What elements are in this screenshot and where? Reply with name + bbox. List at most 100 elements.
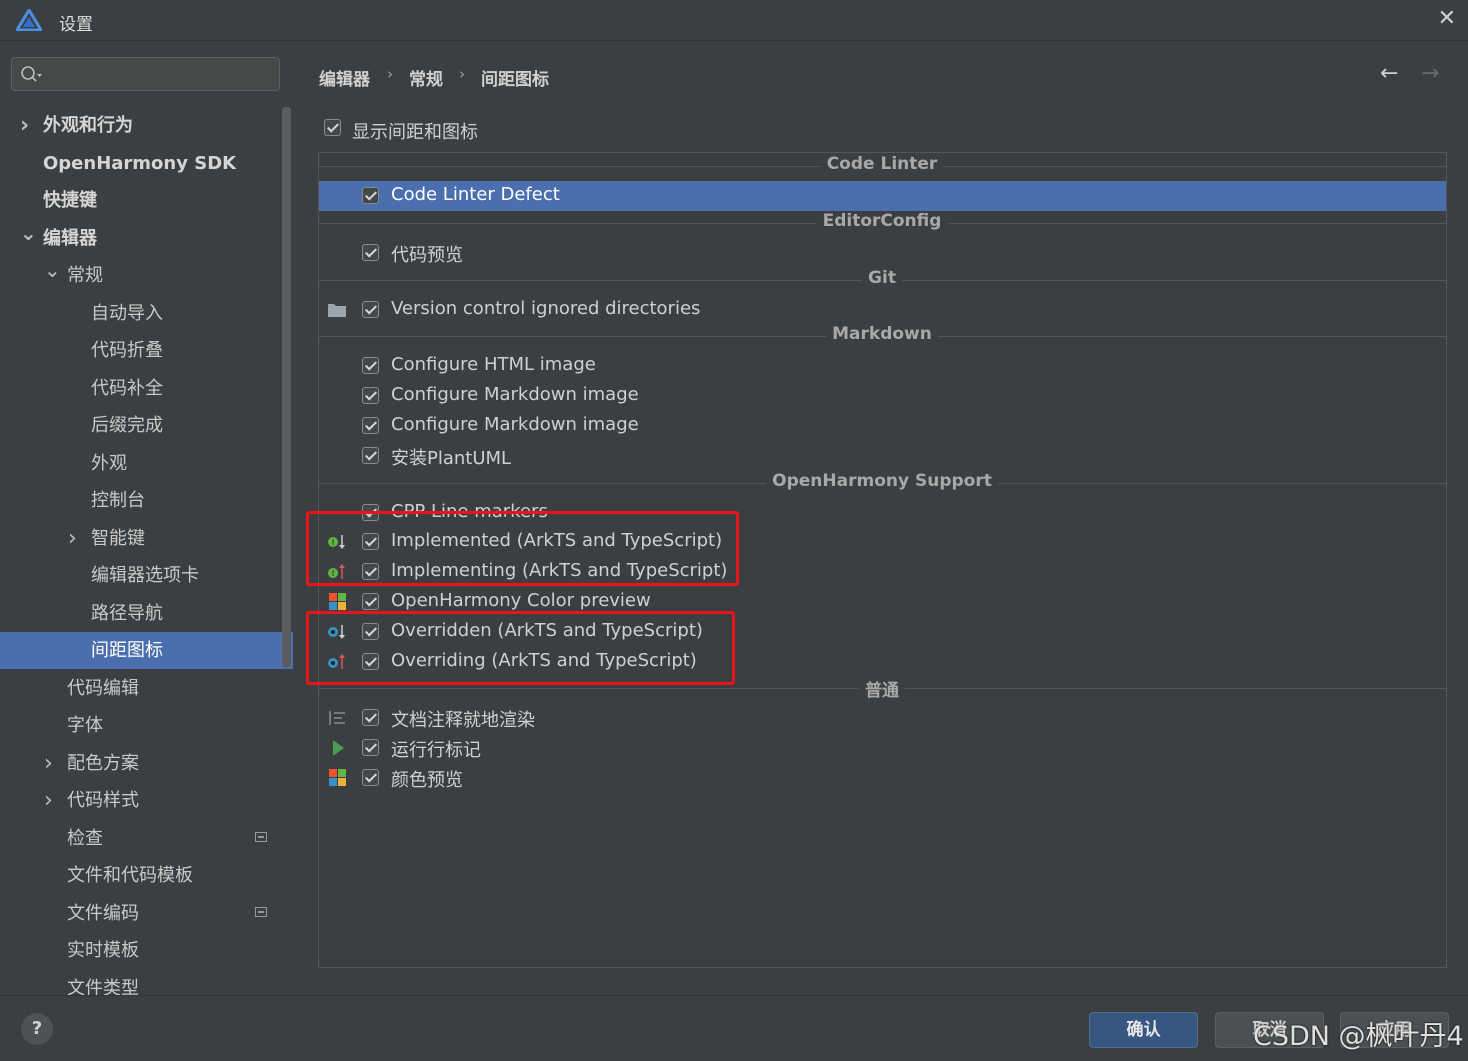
sidebar-item[interactable]: 代码补全 <box>0 370 293 407</box>
chevron-down-icon[interactable]: ⌄ <box>20 215 37 252</box>
sidebar-item[interactable]: 文件和代码模板 <box>0 857 293 894</box>
sidebar-scrollbar[interactable] <box>282 107 291 667</box>
gutter-option-label: OpenHarmony Color preview <box>391 590 651 611</box>
search-input[interactable] <box>46 62 276 88</box>
gutter-option-row[interactable]: Configure Markdown image <box>319 381 1446 411</box>
sidebar-item[interactable]: 快捷键 <box>0 182 293 219</box>
gutter-option-checkbox[interactable] <box>362 739 379 757</box>
sidebar-item-label: 代码编辑 <box>67 677 139 699</box>
sidebar-item[interactable]: 间距图标 <box>0 632 293 669</box>
section-title: Markdown <box>826 324 938 345</box>
ok-button[interactable]: 确认 <box>1089 1012 1198 1048</box>
gutter-option-checkbox[interactable] <box>362 243 379 261</box>
sidebar-item[interactable]: › 配色方案 <box>0 745 293 782</box>
sidebar-item-label: 配色方案 <box>67 752 139 774</box>
sidebar-item-label: 后缀完成 <box>91 415 163 436</box>
dialog-footer: ? 确认 取消 应用 CSDN @枫叶丹4 <box>0 995 1468 1061</box>
gutter-option-checkbox[interactable] <box>362 387 379 405</box>
chevron-right-icon[interactable]: › <box>44 745 53 782</box>
project-scope-icon <box>255 906 267 917</box>
gutter-option-label: Version control ignored directories <box>391 297 701 319</box>
show-gutter-checkbox[interactable] <box>324 119 341 136</box>
gutter-option-checkbox[interactable] <box>362 300 379 318</box>
sidebar-item[interactable]: 实时模板 <box>0 932 293 969</box>
gutter-option-row[interactable]: Code Linter Defect <box>319 181 1446 211</box>
sidebar-item[interactable]: › 外观和行为 <box>0 107 293 144</box>
settings-content: 编辑器 › 常规 › 间距图标 ← → 显示间距和图标 Code Linter C… <box>293 41 1468 995</box>
sidebar-item[interactable]: 外观 <box>0 445 293 482</box>
gutter-option-checkbox[interactable] <box>362 357 379 375</box>
sidebar-item[interactable]: ⌄ 编辑器 <box>0 220 293 257</box>
section-title: Code Linter <box>820 154 944 174</box>
folder-icon <box>327 301 347 319</box>
gutter-option-row[interactable]: 颜色预览 <box>319 763 1446 793</box>
gutter-option-label: 代码预览 <box>391 244 463 266</box>
gutter-option-row[interactable]: 文档注释就地渲染 <box>319 703 1446 733</box>
sidebar-item-label: 外观 <box>91 452 127 474</box>
sidebar-item[interactable]: › 代码样式 <box>0 782 293 819</box>
breadcrumb-item[interactable]: 常规 <box>409 65 443 90</box>
sidebar-item[interactable]: 代码折叠 <box>0 332 293 369</box>
sidebar-item-label: 文件和代码模板 <box>67 865 193 886</box>
section-header: Code Linter <box>319 154 1446 178</box>
highlight-box-overridden <box>306 611 735 685</box>
sidebar-item[interactable]: 编辑器选项卡 <box>0 557 293 594</box>
chevron-right-icon[interactable]: › <box>44 782 53 819</box>
gutter-option-row[interactable]: Version control ignored directories <box>319 295 1446 325</box>
sidebar-item[interactable]: 路径导航 <box>0 595 293 632</box>
sidebar-item[interactable]: 检查 <box>0 820 293 857</box>
gutter-option-checkbox[interactable] <box>362 446 379 464</box>
sidebar-item[interactable]: 代码编辑 <box>0 670 293 707</box>
app-logo-icon <box>16 9 42 31</box>
gutter-option-row[interactable]: 运行行标记 <box>319 733 1446 763</box>
gutter-option-label: 运行行标记 <box>391 740 481 762</box>
gutter-option-label: 安装PlantUML <box>391 447 512 469</box>
sidebar-item[interactable]: 后缀完成 <box>0 407 293 444</box>
back-arrow-icon[interactable]: ← <box>1380 61 1398 86</box>
chevron-down-icon[interactable]: ⌄ <box>44 252 61 289</box>
gutter-option-row[interactable]: 安装PlantUML <box>319 441 1446 471</box>
section-title: EditorConfig <box>816 210 948 231</box>
color-grid-icon <box>327 593 347 611</box>
sidebar-item-label: 文件编码 <box>67 902 139 924</box>
gutter-option-checkbox[interactable] <box>362 187 379 204</box>
project-scope-icon <box>255 831 267 842</box>
gutter-option-checkbox[interactable] <box>362 709 379 727</box>
sidebar-item-label: 智能键 <box>91 527 145 549</box>
gutter-option-label: Code Linter Defect <box>391 184 560 205</box>
section-header: Git <box>319 267 1446 292</box>
doc-lines-icon <box>327 709 347 727</box>
gutter-option-label: Configure Markdown image <box>391 414 639 435</box>
sidebar-item[interactable]: 自动导入 <box>0 295 293 332</box>
breadcrumb-separator: › <box>459 65 465 83</box>
breadcrumb-separator: › <box>387 65 393 83</box>
gutter-option-row[interactable]: Configure Markdown image <box>319 411 1446 441</box>
help-button[interactable]: ? <box>21 1013 53 1045</box>
sidebar-item[interactable]: 字体 <box>0 707 293 744</box>
search-box[interactable] <box>11 57 280 91</box>
forward-arrow-icon[interactable]: → <box>1421 61 1439 86</box>
highlight-box-implemented <box>306 511 739 586</box>
sidebar-item[interactable]: ⌄ 常规 <box>0 257 293 294</box>
window-title: 设置 <box>59 15 93 35</box>
gutter-option-checkbox[interactable] <box>362 769 379 786</box>
section-title: OpenHarmony Support <box>766 470 998 491</box>
gutter-option-row[interactable]: 代码预览 <box>319 238 1446 268</box>
gutter-option-checkbox[interactable] <box>362 417 379 434</box>
sidebar-item[interactable]: › 智能键 <box>0 520 293 557</box>
sidebar-item-label: 代码折叠 <box>91 340 163 361</box>
chevron-right-icon[interactable]: › <box>20 107 29 144</box>
sidebar-item-label: 代码补全 <box>91 377 163 399</box>
search-icon <box>21 66 42 82</box>
sidebar-item[interactable]: OpenHarmony SDK <box>0 145 293 182</box>
gutter-option-checkbox[interactable] <box>362 593 379 610</box>
sidebar-item[interactable]: 文件编码 <box>0 895 293 932</box>
show-gutter-label: 显示间距和图标 <box>352 122 478 143</box>
breadcrumb-item[interactable]: 编辑器 <box>319 65 370 90</box>
sidebar-item[interactable]: 控制台 <box>0 482 293 519</box>
close-icon[interactable]: ✕ <box>1438 6 1456 31</box>
gutter-option-row[interactable]: Configure HTML image <box>319 351 1446 381</box>
title-bar: 设置 ✕ <box>0 0 1468 41</box>
chevron-right-icon[interactable]: › <box>68 520 77 557</box>
sidebar-item-label: 代码样式 <box>67 790 139 811</box>
